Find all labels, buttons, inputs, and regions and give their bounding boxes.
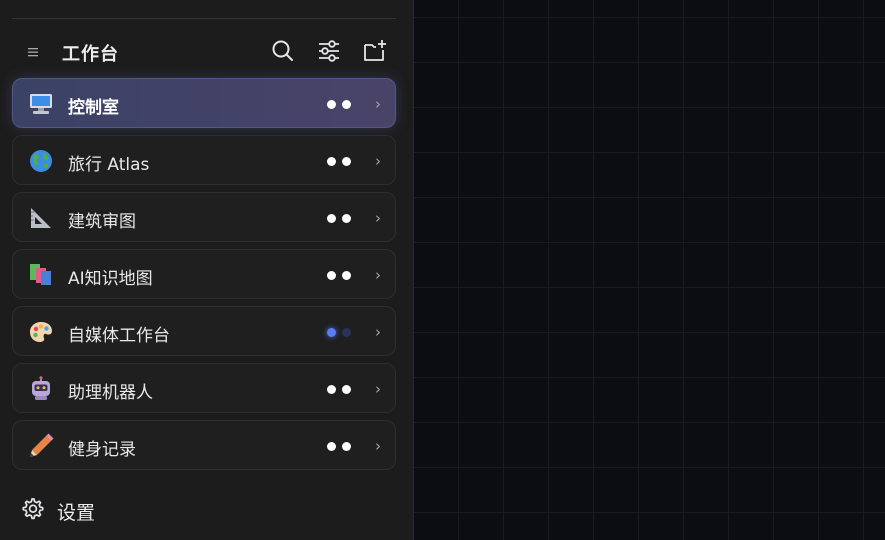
settings-label: 设置 [57, 502, 96, 524]
list-item-fitness-log[interactable]: 健身记录 › [12, 420, 396, 470]
chevron-right-icon: › [375, 323, 381, 341]
sidebar-header: 工作台 [12, 32, 396, 70]
sidebar: 工作台 控制室 › 旅行 Atlas › 建筑审图 › AI知识地图 › 自媒体… [0, 0, 414, 540]
chevron-right-icon: › [375, 437, 381, 455]
globe-icon [27, 148, 55, 174]
chevron-right-icon: › [375, 152, 381, 170]
list-item-ai-knowledge-map[interactable]: AI知识地图 › [12, 249, 396, 299]
list-item-media-workspace[interactable]: 自媒体工作台 › [12, 306, 396, 356]
item-label: 建筑审图 [68, 212, 136, 232]
item-label: 控制室 [68, 98, 119, 118]
item-label: 助理机器人 [68, 383, 153, 403]
settings-button[interactable]: 设置 [20, 494, 220, 526]
menu-icon[interactable] [26, 44, 40, 58]
pencil-icon [27, 433, 55, 459]
status-indicator [327, 328, 355, 337]
status-indicator [327, 100, 355, 109]
page-title: 工作台 [62, 44, 119, 65]
robot-icon [27, 376, 55, 402]
chevron-right-icon: › [375, 209, 381, 227]
gear-icon [20, 496, 46, 522]
item-label: 旅行 Atlas [68, 155, 150, 175]
palette-icon [27, 319, 55, 345]
monitor-icon [27, 91, 55, 117]
list-item-control-room[interactable]: 控制室 › [12, 78, 396, 128]
canvas-area[interactable] [414, 0, 885, 540]
status-indicator [327, 157, 355, 166]
item-label: 自媒体工作台 [68, 326, 170, 346]
status-indicator [327, 214, 355, 223]
workspace-list: 控制室 › 旅行 Atlas › 建筑审图 › AI知识地图 › 自媒体工作台 … [12, 78, 396, 477]
item-label: AI知识地图 [68, 269, 153, 289]
search-icon[interactable] [270, 38, 296, 64]
item-label: 健身记录 [68, 440, 136, 460]
chevron-right-icon: › [375, 95, 381, 113]
list-item-travel-atlas[interactable]: 旅行 Atlas › [12, 135, 396, 185]
list-item-architecture-review[interactable]: 建筑审图 › [12, 192, 396, 242]
chevron-right-icon: › [375, 380, 381, 398]
list-item-assistant-robot[interactable]: 助理机器人 › [12, 363, 396, 413]
books-icon [27, 262, 55, 288]
status-indicator [327, 271, 355, 280]
filter-icon[interactable] [316, 38, 342, 64]
chevron-right-icon: › [375, 266, 381, 284]
divider [12, 18, 396, 19]
status-indicator [327, 442, 355, 451]
set-square-icon [27, 205, 55, 231]
app-window: 工作台 控制室 › 旅行 Atlas › 建筑审图 › AI知识地图 › 自媒体… [0, 0, 885, 540]
add-folder-icon[interactable] [362, 38, 388, 64]
status-indicator [327, 385, 355, 394]
